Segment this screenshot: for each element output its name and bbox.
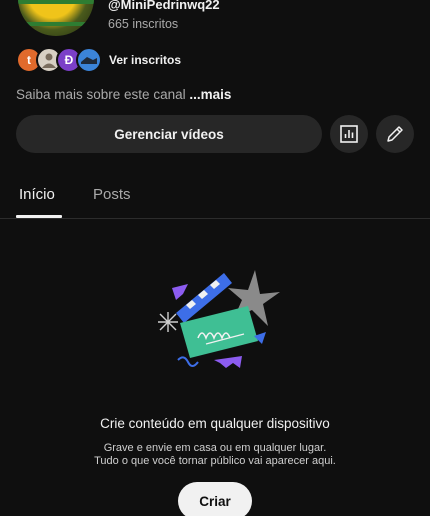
see-subscribers-link[interactable]: Ver inscritos bbox=[109, 53, 181, 67]
subscriber-count: 665 inscritos bbox=[108, 17, 179, 31]
clapperboard-illustration bbox=[158, 270, 280, 368]
channel-about[interactable]: Saiba mais sobre este canal ...mais bbox=[16, 87, 231, 102]
channel-handle: @MiniPedrinwq22 bbox=[108, 0, 220, 12]
subscribers-row[interactable]: t Đ Ver inscritos bbox=[16, 46, 181, 74]
about-text: Saiba mais sobre este canal bbox=[16, 87, 186, 102]
tabs-divider bbox=[0, 218, 430, 219]
edit-channel-button[interactable] bbox=[376, 115, 414, 153]
analytics-button[interactable] bbox=[330, 115, 368, 153]
tab-posts[interactable]: Posts bbox=[93, 186, 131, 203]
empty-state-description: Tudo o que você tornar público vai apare… bbox=[94, 455, 336, 467]
pencil-icon bbox=[387, 126, 403, 142]
manage-videos-button[interactable]: Gerenciar vídeos bbox=[16, 115, 322, 153]
channel-avatar[interactable] bbox=[18, 0, 94, 36]
subscriber-avatars: t Đ bbox=[16, 47, 102, 73]
empty-state-description: Grave e envie em casa ou em qualquer lug… bbox=[103, 442, 327, 454]
subscriber-avatar bbox=[76, 47, 102, 73]
analytics-icon bbox=[340, 125, 358, 143]
empty-state-title: Crie conteúdo em qualquer dispositivo bbox=[100, 416, 330, 431]
tab-home[interactable]: Início bbox=[19, 186, 55, 203]
about-more-link[interactable]: ...mais bbox=[189, 87, 231, 102]
create-button[interactable]: Criar bbox=[178, 482, 252, 516]
